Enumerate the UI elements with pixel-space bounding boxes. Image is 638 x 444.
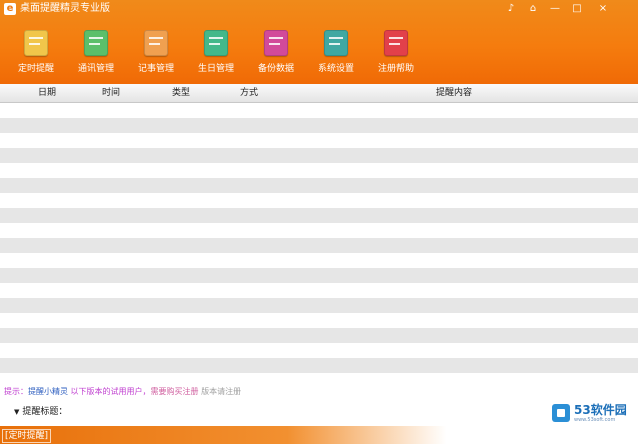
status-text: [定时提醒] [2, 429, 52, 443]
chevron-down-icon[interactable]: ▼ [14, 408, 19, 416]
table-row[interactable] [0, 313, 638, 328]
close-button[interactable]: × [596, 2, 610, 16]
hint-part1: 提醒小精灵 [28, 387, 71, 396]
table-row[interactable] [0, 118, 638, 133]
table-row[interactable] [0, 328, 638, 343]
column-content[interactable]: 提醒内容 [436, 88, 472, 99]
timer-remind-button[interactable]: 定时提醒 [6, 28, 66, 82]
table-row[interactable] [0, 208, 638, 223]
toolbar-label: 系统设置 [317, 64, 354, 74]
toolbar-label: 生日管理 [197, 64, 234, 74]
table-row[interactable] [0, 343, 638, 358]
table-row[interactable] [0, 268, 638, 283]
home-icon[interactable]: ⌂ [526, 2, 540, 16]
remind-title-label: 提醒标题： [22, 407, 68, 417]
table-body [0, 103, 638, 374]
contacts-icon [84, 30, 108, 56]
backup-data-button[interactable]: 备份数据 [246, 28, 306, 82]
column-time[interactable]: 时间 [102, 88, 120, 99]
watermark: 53软件园 www.53soft.com [552, 402, 634, 426]
table-row[interactable] [0, 358, 638, 373]
window-title: 桌面提醒精灵专业版 [20, 3, 110, 14]
app-window: e 桌面提醒精灵专业版 ♪ ⌂ — □ × 定时提醒 通讯管理 记事管理 生日管… [0, 0, 638, 444]
table-row[interactable] [0, 283, 638, 298]
table-header: 日期 时间 类型 方式 提醒内容 [0, 84, 638, 103]
table-row[interactable] [0, 178, 638, 193]
contacts-manage-button[interactable]: 通讯管理 [66, 28, 126, 82]
toolbar-label: 备份数据 [257, 64, 294, 74]
maximize-button[interactable]: □ [570, 2, 584, 16]
title-bar: e 桌面提醒精灵专业版 ♪ ⌂ — □ × [0, 0, 638, 18]
remind-title-row[interactable]: ▼ 提醒标题： [14, 406, 67, 418]
header: e 桌面提醒精灵专业版 ♪ ⌂ — □ × 定时提醒 通讯管理 记事管理 生日管… [0, 0, 638, 84]
watermark-brand: 53软件园 [574, 403, 627, 417]
hint-text: 提示：提醒小精灵 以下版本的试用用户，需要购买注册 版本请注册 [4, 386, 241, 398]
table-row[interactable] [0, 193, 638, 208]
column-date[interactable]: 日期 [38, 88, 56, 99]
system-settings-button[interactable]: 系统设置 [306, 28, 366, 82]
skin-icon[interactable]: ♪ [504, 2, 518, 16]
hint-part2: 以下版本的试用用户， [70, 387, 151, 396]
table-row[interactable] [0, 103, 638, 118]
notepad-icon [144, 30, 168, 56]
watermark-url: www.53soft.com [574, 417, 616, 423]
app-logo-icon: e [4, 3, 16, 15]
table-row[interactable] [0, 223, 638, 238]
backup-icon [264, 30, 288, 56]
minimize-button[interactable]: — [548, 2, 562, 16]
hint-part4: 版本请注册 [198, 387, 242, 396]
table-row[interactable] [0, 253, 638, 268]
status-bar: [定时提醒] [0, 426, 638, 444]
table-row[interactable] [0, 298, 638, 313]
hint-prefix: 提示： [4, 387, 28, 396]
toolbar-label: 定时提醒 [17, 64, 54, 74]
notes-manage-button[interactable]: 记事管理 [126, 28, 186, 82]
toolbar-label: 通讯管理 [77, 64, 114, 74]
register-help-button[interactable]: 注册帮助 [366, 28, 426, 82]
calendar-icon [24, 30, 48, 56]
reminder-table[interactable]: 日期 时间 类型 方式 提醒内容 [0, 84, 638, 374]
birthday-manage-button[interactable]: 生日管理 [186, 28, 246, 82]
column-method[interactable]: 方式 [240, 88, 258, 99]
table-row[interactable] [0, 163, 638, 178]
birthday-icon [204, 30, 228, 56]
watermark-logo-icon [552, 404, 570, 422]
hint-register-link[interactable]: 需要购买注册 [151, 387, 199, 396]
toolbar-label: 注册帮助 [377, 64, 414, 74]
table-row[interactable] [0, 238, 638, 253]
column-type[interactable]: 类型 [172, 88, 190, 99]
help-icon [384, 30, 408, 56]
settings-icon [324, 30, 348, 56]
toolbar-label: 记事管理 [137, 64, 174, 74]
table-row[interactable] [0, 148, 638, 163]
toolbar: 定时提醒 通讯管理 记事管理 生日管理 备份数据 系统设置 注册帮助 [0, 22, 638, 82]
table-row[interactable] [0, 133, 638, 148]
